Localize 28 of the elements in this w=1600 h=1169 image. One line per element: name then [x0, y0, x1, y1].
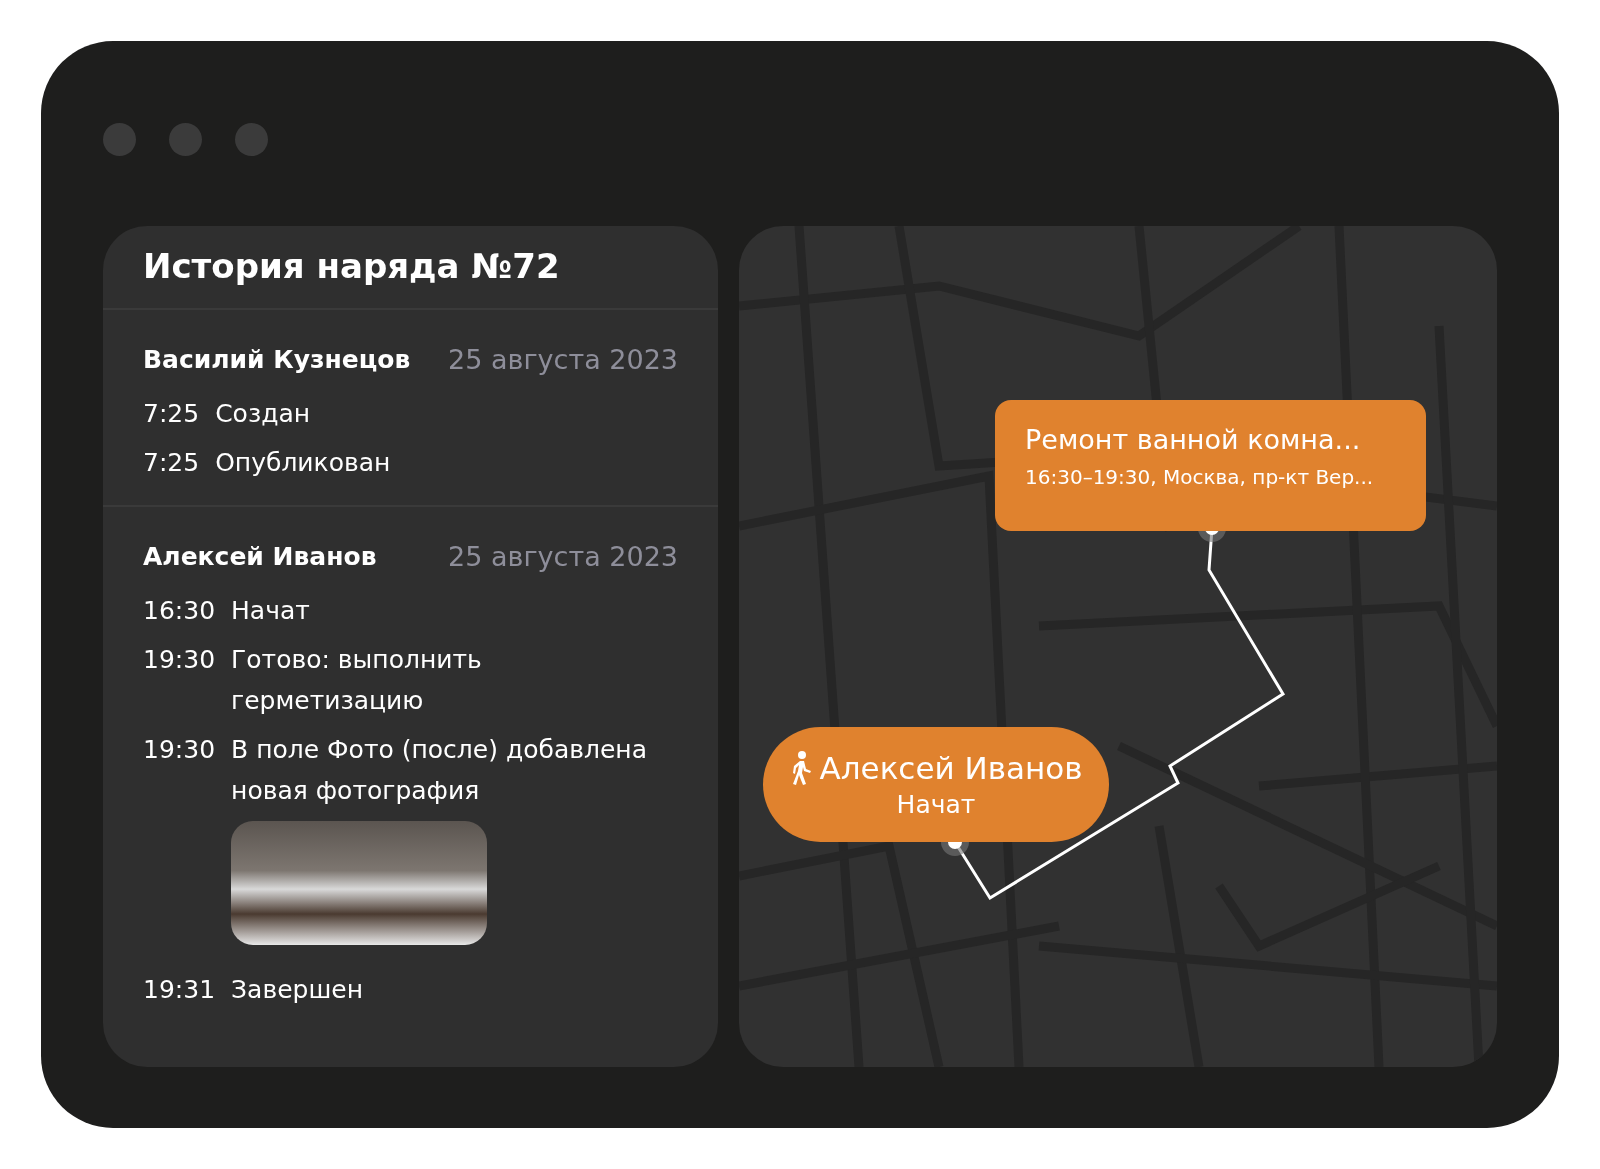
- window-control-icon[interactable]: [235, 123, 268, 156]
- event-text: Опубликован: [215, 447, 391, 479]
- photo-placeholder[interactable]: [231, 821, 487, 945]
- window-control-icon[interactable]: [103, 123, 136, 156]
- event-date: 25 августа 2023: [448, 541, 678, 572]
- job-card[interactable]: Ремонт ванной комна... 16:30–19:30, Москва, пр-кт Вер...: [995, 400, 1426, 531]
- worker-name: Алексей Иванов: [819, 750, 1083, 786]
- event-text: В поле Фото (после) добавлена новая фотография: [231, 734, 648, 807]
- event-time: 19:30: [143, 734, 216, 766]
- job-details: 16:30–19:30, Москва, пр-кт Вер...: [1025, 465, 1375, 489]
- window-control-icon[interactable]: [169, 123, 202, 156]
- event-time: 16:30: [143, 595, 216, 627]
- event-text: Начат: [231, 595, 310, 627]
- panel-title: История наряда №72: [103, 226, 718, 310]
- event-text: Готово: выполнить герметизацию: [231, 644, 483, 717]
- author-name: Василий Кузнецов: [143, 345, 411, 374]
- event-time: 7:25: [143, 398, 200, 430]
- event-time: 19:30: [143, 644, 216, 676]
- worker-card[interactable]: Алексей Иванов Начат: [763, 727, 1109, 842]
- worker-status: Начат: [896, 790, 976, 819]
- author-name: Алексей Иванов: [143, 542, 377, 571]
- job-title: Ремонт ванной комна...: [1025, 424, 1362, 455]
- event-time: 7:25: [143, 447, 200, 479]
- event-time: 19:31: [143, 974, 216, 1006]
- event-text: Создан: [215, 398, 311, 430]
- event-date: 25 августа 2023: [448, 344, 678, 375]
- map[interactable]: Ремонт ванной комна... 16:30–19:30, Москва, пр-кт Вер... Алексей Иванов Начат: [739, 226, 1497, 1067]
- event-text: Завершен: [231, 974, 363, 1006]
